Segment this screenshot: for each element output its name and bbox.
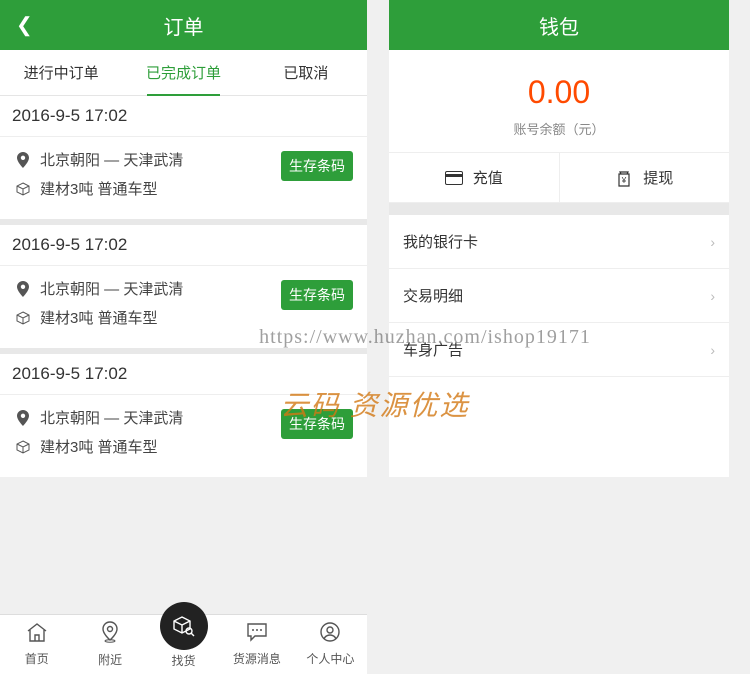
order-route: 北京朝阳 — 天津武清 (40, 407, 183, 428)
wallet-header: 钱包 (389, 0, 729, 50)
withdraw-button[interactable]: ¥ 提现 (560, 153, 730, 202)
chevron-right-icon: › (710, 342, 715, 358)
menu-transactions[interactable]: 交易明细 › (389, 269, 729, 323)
divider (389, 203, 729, 215)
orders-panel: ❮ 订单 进行中订单 已完成订单 已取消 2016-9-5 17:02 北京朝阳… (0, 0, 367, 477)
order-card[interactable]: 北京朝阳 — 天津武清 建材3吨 普通车型 生存条码 (0, 137, 367, 219)
chevron-right-icon: › (710, 288, 715, 304)
box-search-icon (160, 602, 208, 650)
menu-ads[interactable]: 车身广告 › (389, 323, 729, 377)
barcode-button[interactable]: 生存条码 (281, 280, 353, 310)
nav-home[interactable]: 首页 (0, 615, 73, 674)
balance-label: 账号余额（元） (389, 119, 729, 138)
recharge-label: 充值 (473, 167, 503, 188)
tab-cancelled[interactable]: 已取消 (245, 50, 367, 95)
balance-box: 0.00 账号余额（元） (389, 50, 729, 152)
card-icon (445, 171, 463, 185)
nav-label: 首页 (25, 650, 49, 667)
order-time: 2016-9-5 17:02 (0, 219, 367, 266)
nav-profile[interactable]: 个人中心 (294, 615, 367, 674)
order-time: 2016-9-5 17:02 (0, 348, 367, 395)
order-route: 北京朝阳 — 天津武清 (40, 149, 183, 170)
order-cargo: 建材3吨 普通车型 (40, 307, 158, 328)
tabs: 进行中订单 已完成订单 已取消 (0, 50, 367, 96)
wallet-menu: 我的银行卡 › 交易明细 › 车身广告 › (389, 215, 729, 377)
order-cargo: 建材3吨 普通车型 (40, 436, 158, 457)
orders-title: 订单 (164, 11, 204, 40)
pin-icon (14, 152, 32, 168)
barcode-button[interactable]: 生存条码 (281, 409, 353, 439)
tab-completed[interactable]: 已完成订单 (122, 50, 244, 95)
nav-label: 个人中心 (306, 650, 354, 667)
message-icon (246, 622, 268, 648)
nav-find-cargo[interactable]: 找货 (147, 615, 220, 674)
withdraw-label: 提现 (643, 167, 673, 188)
box-icon (14, 311, 32, 325)
bottom-nav: 首页 附近 找货 货源消息 个人中心 (0, 614, 367, 674)
back-icon[interactable]: ❮ (16, 13, 33, 38)
order-cargo-line: 建材3吨 普通车型 (14, 178, 353, 199)
barcode-button[interactable]: 生存条码 (281, 151, 353, 181)
wallet-panel: 钱包 0.00 账号余额（元） 充值 ¥ 提现 我的银行卡 (389, 0, 729, 477)
menu-label: 交易明细 (403, 285, 463, 306)
order-list: 2016-9-5 17:02 北京朝阳 — 天津武清 建材3吨 普通车型 生存条… (0, 96, 367, 477)
balance-amount: 0.00 (389, 74, 729, 111)
menu-label: 我的银行卡 (403, 231, 478, 252)
chevron-right-icon: › (710, 234, 715, 250)
home-icon (26, 622, 48, 648)
nav-label: 附近 (98, 651, 122, 668)
wallet-actions: 充值 ¥ 提现 (389, 152, 729, 203)
pin-icon (14, 410, 32, 426)
location-icon (100, 621, 120, 649)
wallet-title: 钱包 (539, 11, 579, 40)
recharge-button[interactable]: 充值 (389, 153, 560, 202)
svg-text:¥: ¥ (621, 176, 627, 185)
nav-label: 货源消息 (233, 650, 281, 667)
menu-label: 车身广告 (403, 339, 463, 360)
pin-icon (14, 281, 32, 297)
withdraw-icon: ¥ (615, 171, 633, 185)
box-icon (14, 440, 32, 454)
orders-header: ❮ 订单 (0, 0, 367, 50)
tab-in-progress[interactable]: 进行中订单 (0, 50, 122, 95)
box-icon (14, 182, 32, 196)
nav-label: 找货 (172, 652, 196, 669)
order-time: 2016-9-5 17:02 (0, 96, 367, 137)
menu-bankcards[interactable]: 我的银行卡 › (389, 215, 729, 269)
order-cargo-line: 建材3吨 普通车型 (14, 436, 353, 457)
order-card[interactable]: 北京朝阳 — 天津武清 建材3吨 普通车型 生存条码 (0, 395, 367, 477)
user-icon (320, 622, 340, 648)
order-card[interactable]: 北京朝阳 — 天津武清 建材3吨 普通车型 生存条码 (0, 266, 367, 348)
order-cargo-line: 建材3吨 普通车型 (14, 307, 353, 328)
order-route: 北京朝阳 — 天津武清 (40, 278, 183, 299)
nav-messages[interactable]: 货源消息 (220, 615, 293, 674)
nav-nearby[interactable]: 附近 (73, 615, 146, 674)
order-cargo: 建材3吨 普通车型 (40, 178, 158, 199)
